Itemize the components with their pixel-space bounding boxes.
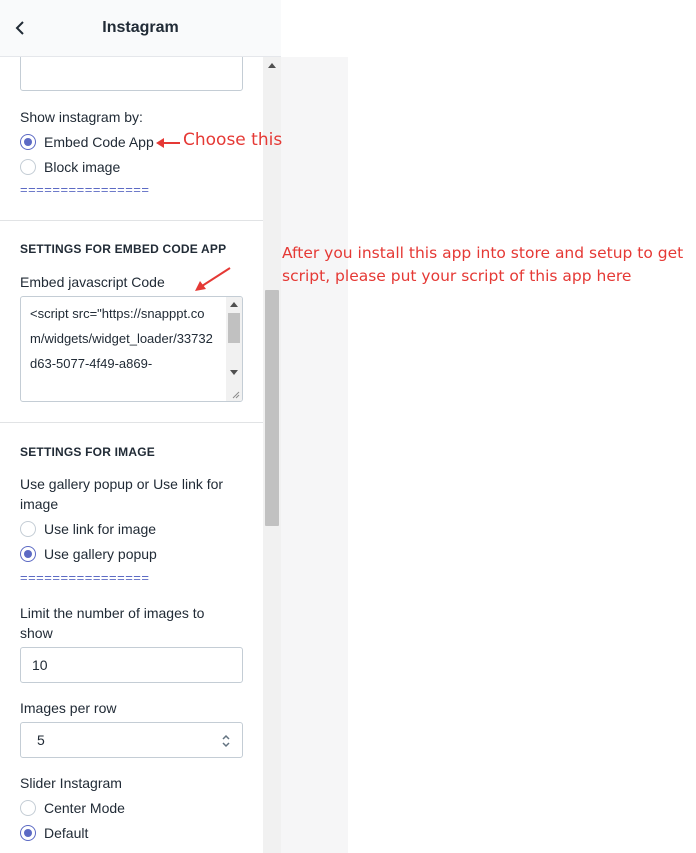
settings-scroll-area: Show instagram by: Embed Code App Block … — [0, 57, 263, 853]
per-row-label: Images per row — [20, 700, 117, 716]
theme-settings-panel: Instagram Show instagram by: Embed Code … — [0, 0, 281, 853]
red-arrow-icon — [195, 267, 231, 291]
per-row-select[interactable]: 5 — [20, 722, 243, 758]
block-image-label: Block image — [44, 159, 121, 175]
panel-header: Instagram — [0, 0, 281, 57]
image-section-title: SETTINGS FOR IMAGE — [20, 445, 155, 459]
per-row-value: 5 — [37, 732, 45, 748]
limit-value: 10 — [32, 657, 48, 673]
scroll-down-icon[interactable] — [230, 370, 238, 375]
select-arrows-icon — [222, 734, 230, 748]
section-separator — [0, 220, 263, 221]
scroll-thumb[interactable] — [265, 290, 279, 526]
limit-label: Limit the number of images to show — [20, 605, 205, 641]
section-separator — [0, 422, 263, 423]
radio-gallery-popup[interactable] — [20, 546, 36, 562]
radio-default[interactable] — [20, 825, 36, 841]
gallery-popup-label: Use gallery popup — [44, 546, 157, 562]
divider-text: ================ — [20, 570, 150, 585]
scroll-up-icon[interactable] — [230, 302, 238, 307]
divider-text: ================ — [20, 182, 150, 197]
radio-center-mode[interactable] — [20, 800, 36, 816]
show-by-label: Show instagram by: — [20, 109, 143, 125]
embed-code-app-label: Embed Code App — [44, 134, 154, 150]
radio-use-link[interactable] — [20, 521, 36, 537]
preview-background — [281, 57, 348, 853]
previous-textarea[interactable] — [20, 57, 243, 91]
choose-annotation: Choose this — [183, 130, 283, 150]
default-label: Default — [44, 825, 89, 841]
radio-block-image[interactable] — [20, 159, 36, 175]
red-arrow-icon — [156, 138, 180, 148]
embed-section-title: SETTINGS FOR EMBED CODE APP — [20, 242, 227, 256]
embed-code-textarea[interactable]: <script src="https://snapppt.com/widgets… — [20, 296, 243, 402]
resize-grip-icon[interactable] — [230, 389, 240, 399]
use-link-label: Use link for image — [44, 521, 157, 537]
radio-embed-code-app[interactable] — [20, 134, 36, 150]
embed-code-label: Embed javascript Code — [20, 274, 165, 290]
instruction-annotation: After you install this app into store an… — [282, 244, 684, 285]
slider-label: Slider Instagram — [20, 775, 122, 791]
panel-scrollbar[interactable] — [263, 57, 281, 853]
page-title: Instagram — [102, 19, 179, 36]
scroll-up-icon[interactable] — [268, 63, 276, 68]
embed-code-value: <script src="https://snapppt.com/widgets… — [30, 306, 213, 371]
textarea-scrollbar[interactable] — [226, 297, 242, 401]
limit-input[interactable]: 10 — [20, 647, 243, 683]
scroll-thumb[interactable] — [228, 313, 240, 343]
popup-label: Use gallery popup or Use link for image — [20, 476, 224, 512]
center-mode-label: Center Mode — [44, 800, 125, 816]
